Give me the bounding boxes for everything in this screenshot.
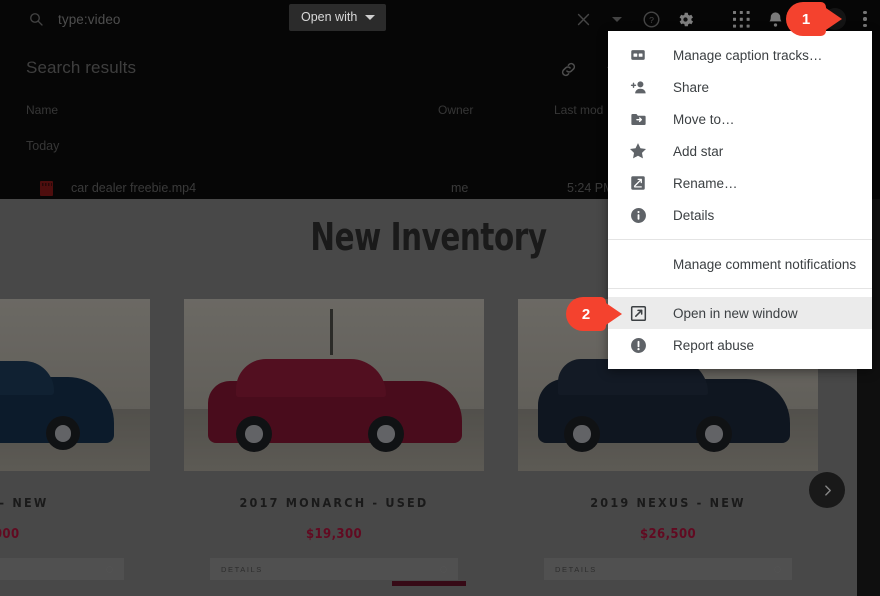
close-icon	[577, 13, 589, 25]
search-icon	[28, 11, 44, 27]
report-abuse-icon	[628, 335, 648, 355]
chevron-down-icon	[365, 14, 376, 20]
next-slide-button[interactable]	[809, 472, 845, 508]
menu-item-label: Move to…	[673, 111, 735, 127]
chevron-right-icon	[824, 484, 831, 496]
context-menu: Manage caption tracks… Share Move to… Ad…	[608, 31, 872, 369]
menu-item-label: Details	[673, 207, 715, 223]
gear-icon	[679, 12, 693, 26]
card-price: $26,500	[639, 527, 697, 542]
open-with-dropdown[interactable]: Open with	[289, 4, 387, 31]
car-photo	[0, 299, 150, 471]
menu-item-rename[interactable]: Rename…	[608, 167, 872, 199]
menu-item-label: Manage caption tracks…	[673, 47, 823, 63]
file-owner: me	[451, 181, 469, 195]
details-dot-icon	[440, 565, 447, 573]
menu-item-label: Manage comment notifications	[673, 256, 857, 272]
apps-grid-icon	[732, 10, 750, 28]
menu-item-label: Share	[673, 79, 710, 95]
details-dot-icon	[774, 565, 781, 573]
details-label: DETAILS	[221, 564, 263, 574]
step-marker-2: 2	[566, 297, 622, 331]
menu-item-open-in-new-window[interactable]: Open in new window	[608, 297, 872, 329]
menu-item-label: Report abuse	[673, 337, 755, 353]
rename-icon	[628, 173, 648, 193]
drive-video-preview-window: New Inventory LEAD - NEW 4,000	[0, 0, 880, 596]
car-roof	[236, 359, 386, 398]
card-price: 4,000	[0, 527, 20, 542]
car-photo	[184, 299, 484, 471]
card-title: 2019 NEXUS - NEW	[590, 495, 746, 510]
open-with-label: Open with	[301, 10, 358, 24]
page-title: Search results	[26, 58, 137, 77]
photo-pole	[330, 309, 333, 355]
accent-bar	[391, 581, 466, 586]
car-wheel	[696, 416, 732, 453]
file-modified: 5:24 PM	[567, 181, 614, 195]
menu-item-label: Open in new window	[673, 305, 798, 321]
card-details-bar[interactable]	[0, 558, 124, 580]
star-icon	[628, 141, 648, 161]
step-marker-1: 1	[786, 2, 842, 36]
help-icon: ?	[643, 11, 659, 27]
menu-item-move-to[interactable]: Move to…	[608, 103, 872, 135]
more-vertical-icon	[863, 10, 867, 28]
car-wheel	[236, 416, 272, 453]
menu-item-report-abuse[interactable]: Report abuse	[608, 329, 872, 361]
menu-item-details[interactable]: Details	[608, 199, 872, 231]
card-price: $19,300	[305, 527, 363, 542]
details-dot-icon	[106, 565, 113, 573]
info-icon	[628, 205, 648, 225]
open-in-new-icon	[628, 303, 648, 323]
chevron-down-icon	[612, 16, 622, 22]
notification-bell-icon	[768, 11, 782, 27]
menu-item-add-star[interactable]: Add star	[608, 135, 872, 167]
menu-item-manage-comment-notifications[interactable]: Manage comment notifications	[608, 248, 872, 280]
details-label: DETAILS	[555, 564, 597, 574]
card-details-bar[interactable]: DETAILS	[210, 558, 458, 580]
video-file-icon	[40, 180, 53, 196]
add-person-icon	[628, 77, 648, 97]
marker-number: 2	[566, 297, 606, 331]
menu-divider	[608, 288, 872, 289]
inventory-card[interactable]: LEAD - NEW 4,000	[0, 299, 150, 580]
card-title: 2017 MONARCH - USED	[239, 495, 429, 510]
menu-item-label: Add star	[673, 143, 724, 159]
search-input[interactable]: type:video	[58, 12, 121, 27]
car-wheel	[368, 416, 404, 453]
file-name: car dealer freebie.mp4	[71, 181, 197, 195]
column-header-modified[interactable]: Last mod	[554, 103, 603, 117]
link-icon[interactable]	[559, 60, 578, 79]
closed-caption-icon	[628, 45, 648, 65]
menu-item-label: Rename…	[673, 175, 738, 191]
column-header-owner[interactable]: Owner	[438, 103, 473, 117]
date-group-label: Today	[26, 139, 60, 153]
menu-item-manage-caption-tracks[interactable]: Manage caption tracks…	[608, 39, 872, 71]
car-wheel	[564, 416, 600, 453]
move-to-folder-icon	[628, 109, 648, 129]
inventory-card[interactable]: 2017 MONARCH - USED $19,300 DETAILS	[184, 299, 484, 580]
svg-text:?: ?	[649, 14, 654, 24]
close-button[interactable]	[566, 0, 600, 38]
card-details-bar[interactable]: DETAILS	[544, 558, 792, 580]
column-header-name[interactable]: Name	[26, 103, 58, 117]
menu-item-share[interactable]: Share	[608, 71, 872, 103]
menu-divider	[608, 239, 872, 240]
marker-number: 1	[786, 2, 826, 36]
card-title: LEAD - NEW	[0, 495, 49, 510]
